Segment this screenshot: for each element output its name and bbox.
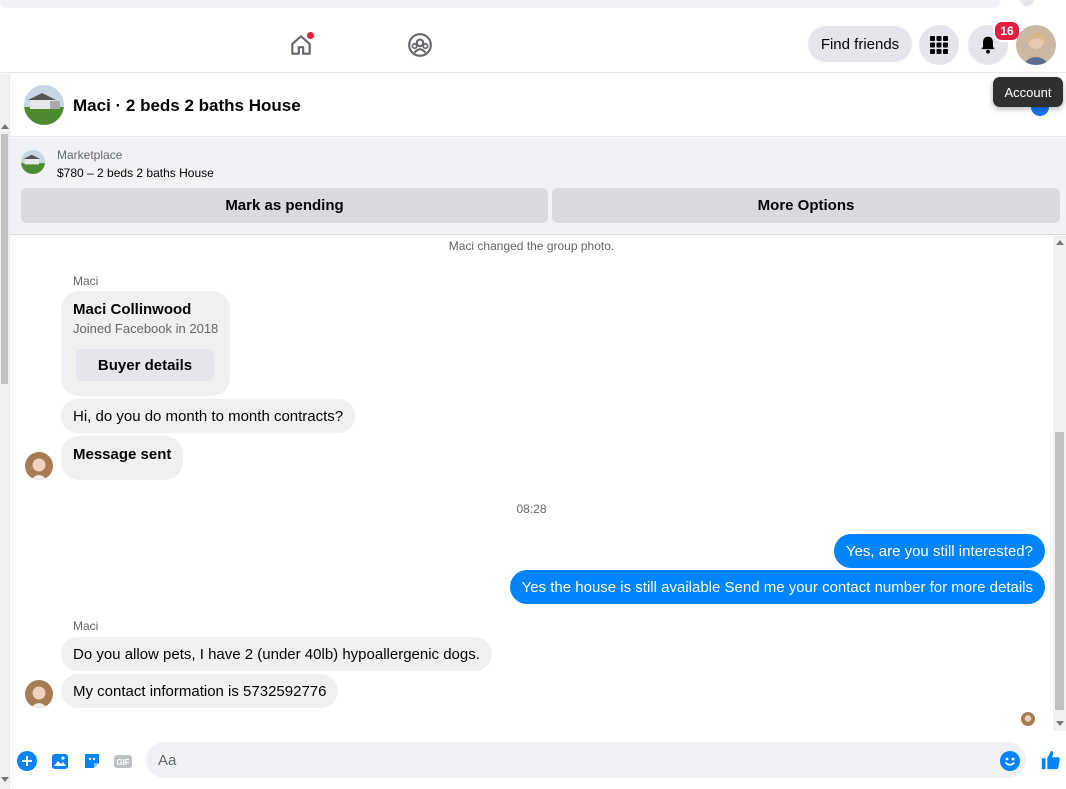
buyer-joined: Joined Facebook in 2018	[73, 321, 219, 336]
listing-thumbnail[interactable]	[24, 85, 64, 125]
buyer-details-button[interactable]: Buyer details	[76, 349, 214, 381]
message-composer: GIF	[10, 733, 1066, 789]
sender-avatar[interactable]	[25, 452, 53, 480]
home-notification-dot	[307, 32, 314, 39]
buyer-name: Maci Collinwood	[73, 301, 192, 318]
like-thumb-icon[interactable]	[1040, 749, 1062, 771]
top-avatar-edge	[1020, 0, 1034, 6]
outgoing-message[interactable]: Yes, are you still interested?	[833, 534, 1045, 568]
chat-header: Maci · 2 beds 2 baths House	[10, 74, 1066, 137]
outgoing-message[interactable]: Yes the house is still available Send me…	[509, 570, 1045, 604]
scroll-up-arrow[interactable]	[1056, 240, 1064, 245]
marketplace-label: Marketplace	[57, 148, 123, 162]
scroll-down-arrow[interactable]	[1, 777, 9, 782]
read-receipt-photo	[1021, 712, 1035, 726]
left-scrollbar[interactable]	[0, 74, 10, 789]
house-photo-small	[21, 150, 45, 174]
message-scrollbar[interactable]	[1053, 236, 1066, 731]
mark-as-pending-button[interactable]: Mark as pending	[21, 188, 548, 223]
marketplace-item[interactable]: $780 – 2 beds 2 baths House	[57, 166, 214, 180]
home-tab[interactable]	[286, 30, 316, 60]
sender-avatar[interactable]	[25, 680, 53, 708]
message-input[interactable]	[146, 742, 1026, 778]
read-receipt-avatar	[1021, 712, 1035, 726]
menu-button[interactable]	[919, 25, 959, 65]
account-avatar[interactable]	[1016, 25, 1056, 65]
scroll-down-arrow[interactable]	[1056, 721, 1064, 726]
svg-text:GIF: GIF	[116, 758, 129, 767]
maci-avatar-photo	[25, 452, 53, 480]
system-note: Maci changed the group photo.	[448, 239, 615, 253]
marketplace-thumbnail[interactable]	[21, 150, 45, 174]
marketplace-bar: Marketplace $780 – 2 beds 2 baths House …	[10, 138, 1066, 235]
house-photo	[24, 85, 64, 125]
sender-name: Maci	[73, 274, 99, 288]
incoming-message[interactable]: My contact information is 5732592776	[61, 674, 339, 708]
gif-icon[interactable]: GIF	[113, 751, 133, 771]
incoming-message[interactable]: Do you allow pets, I have 2 (under 40lb)…	[61, 637, 492, 671]
search-strip	[0, 0, 1000, 8]
scroll-thumb[interactable]	[1055, 432, 1064, 710]
sender-name: Maci	[73, 619, 99, 633]
scroll-thumb[interactable]	[1, 134, 8, 384]
groups-icon	[408, 33, 432, 57]
grid-menu-icon	[930, 36, 948, 54]
maci-avatar-photo	[25, 680, 53, 708]
incoming-message[interactable]: Hi, do you do month to month contracts?	[61, 399, 356, 433]
groups-tab[interactable]	[405, 30, 435, 60]
photo-icon[interactable]	[50, 751, 70, 771]
emoji-icon[interactable]	[1000, 751, 1020, 771]
chat-title: Maci · 2 beds 2 baths House	[73, 96, 301, 115]
scroll-up-arrow[interactable]	[1, 124, 9, 129]
timestamp: 08:28	[516, 502, 547, 516]
account-photo	[1016, 25, 1056, 65]
account-tooltip: Account	[993, 77, 1063, 107]
find-friends-button[interactable]: Find friends	[808, 26, 912, 62]
plus-circle-icon[interactable]	[17, 751, 37, 771]
browser-top-strip	[0, 0, 1066, 16]
sticker-icon[interactable]	[82, 751, 102, 771]
incoming-message[interactable]: Message sent	[61, 436, 184, 480]
buyer-profile-card: Maci Collinwood Joined Facebook in 2018 …	[61, 291, 230, 396]
top-navigation: Find friends 16	[0, 16, 1066, 73]
more-options-button[interactable]: More Options	[552, 188, 1060, 223]
